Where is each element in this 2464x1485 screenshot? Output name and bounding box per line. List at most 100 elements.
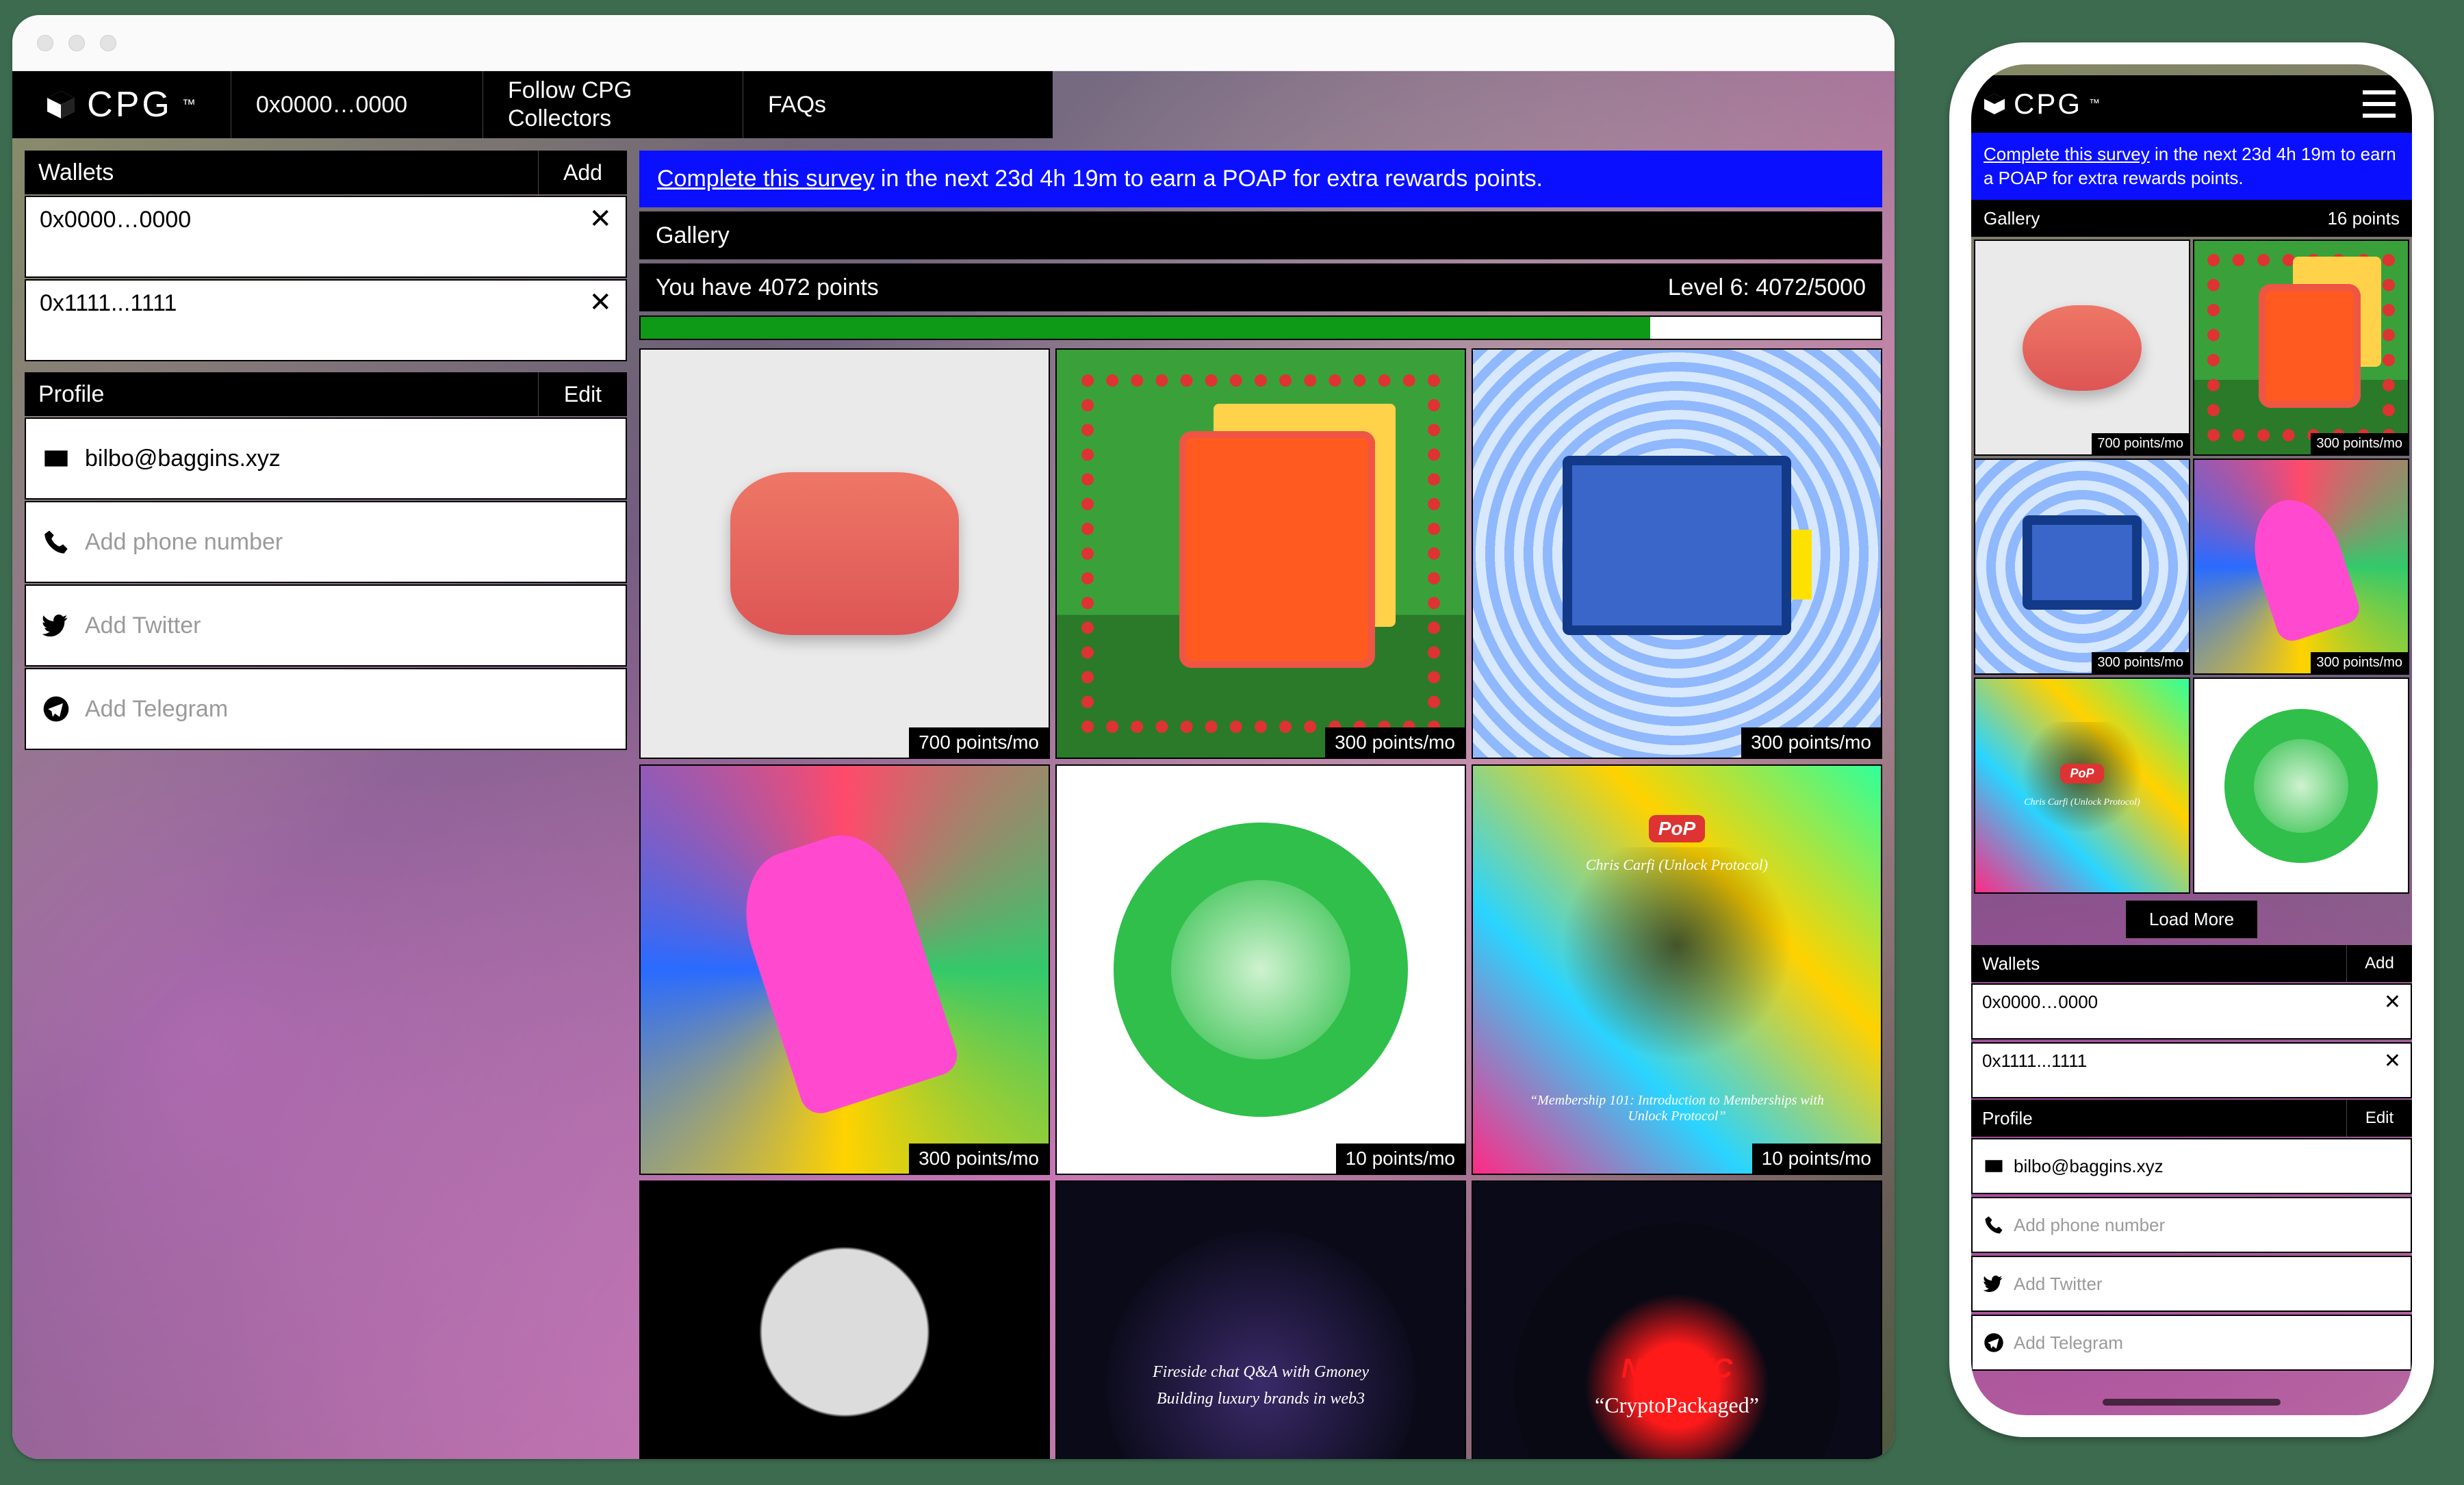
gallery-level: Level 6: 4072/5000	[1652, 263, 1882, 311]
level-progress-fill	[641, 317, 1650, 339]
points-badge: 300 points/mo	[909, 1144, 1049, 1174]
mobile-profile-edit-button[interactable]: Edit	[2346, 1100, 2412, 1137]
mobile-profile-phone-row[interactable]: Add phone number	[1971, 1197, 2412, 1253]
mobile-gallery-title: Gallery	[1984, 208, 2040, 229]
points-badge: 300 points/mo	[2311, 652, 2408, 673]
mobile-brand-logo[interactable]: CPG™	[1982, 88, 2102, 120]
gallery-card[interactable]	[639, 1180, 1050, 1459]
survey-banner: Complete this survey in the next 23d 4h …	[639, 151, 1882, 207]
home-indicator	[2103, 1399, 2281, 1406]
profile-edit-button[interactable]: Edit	[538, 372, 627, 416]
side-panel: Wallets Add 0x0000…0000 ✕ 0x1111...1111 …	[25, 151, 627, 1459]
card-art	[641, 350, 1049, 758]
mobile-wallets-header: Wallets Add	[1971, 945, 2412, 982]
mobile-gallery-card[interactable]: PoPChris Carfi (Unlock Protocol)	[1974, 677, 2190, 894]
gallery-card[interactable]: NFTNYC“CryptoPackaged”	[1472, 1180, 1882, 1459]
profile-title: Profile	[25, 372, 538, 416]
points-badge: 10 points/mo	[1336, 1144, 1465, 1174]
mobile-gallery-card[interactable]: 300 points/mo	[2193, 240, 2409, 456]
gallery-card[interactable]: 300 points/mo	[639, 764, 1050, 1175]
gallery-points: You have 4072 points	[639, 263, 1652, 311]
card-overlay: Fireside chat Q&A with GmoneyBuilding lu…	[1057, 1182, 1465, 1459]
survey-link[interactable]: Complete this survey	[657, 166, 874, 192]
nav-faqs-link[interactable]: FAQs	[743, 71, 984, 138]
wallet-address-text: 0x1111...1111	[40, 290, 177, 317]
mobile-profile-email-row[interactable]: bilbo@baggins.xyz	[1971, 1138, 2412, 1194]
cube-icon	[44, 88, 77, 121]
nav-follow-link[interactable]: Follow CPG Collectors	[483, 71, 743, 138]
profile-phone-placeholder: Add phone number	[85, 529, 283, 556]
hamburger-menu-button[interactable]	[2363, 90, 2396, 118]
main-panel: Complete this survey in the next 23d 4h …	[639, 151, 1882, 1459]
gallery-card[interactable]: 700 points/mo	[639, 348, 1050, 759]
mobile-wallet-entry[interactable]: 0x1111...1111 ✕	[1971, 1042, 2412, 1098]
gallery-card[interactable]: 10 points/mo	[1055, 764, 1466, 1175]
gallery-card[interactable]: Fireside chat Q&A with GmoneyBuilding lu…	[1055, 1180, 1466, 1459]
gallery-card[interactable]: 300 points/mo	[1055, 348, 1466, 759]
mobile-brand-tm: ™	[2089, 98, 2102, 110]
card-art	[2194, 679, 2408, 892]
profile-telegram-row[interactable]: Add Telegram	[25, 668, 627, 750]
mobile-gallery-card[interactable]: 300 points/mo	[2193, 459, 2409, 675]
points-badge: 700 points/mo	[2092, 433, 2189, 454]
mobile-gallery-card[interactable]	[2193, 677, 2409, 894]
mobile-profile-header: Profile Edit	[1971, 1100, 2412, 1137]
points-badge: 300 points/mo	[2311, 433, 2408, 454]
mobile-gallery-card[interactable]: 300 points/mo	[1974, 459, 2190, 675]
wallets-title: Wallets	[25, 151, 538, 194]
profile-telegram-placeholder: Add Telegram	[85, 696, 228, 723]
brand-name: CPG	[87, 84, 172, 125]
mobile-profile-email: bilbo@baggins.xyz	[2014, 1156, 2164, 1177]
mobile-profile-phone-placeholder: Add phone number	[2014, 1215, 2165, 1236]
email-icon	[1984, 1156, 2004, 1176]
traffic-light-close[interactable]	[37, 35, 53, 51]
points-badge: 700 points/mo	[909, 727, 1049, 758]
profile-twitter-row[interactable]: Add Twitter	[25, 584, 627, 667]
telegram-icon	[1984, 1332, 2004, 1353]
telegram-icon	[42, 695, 70, 723]
brand-logo[interactable]: CPG™	[12, 71, 231, 138]
wallets-add-button[interactable]: Add	[538, 151, 627, 194]
card-art	[1057, 350, 1465, 758]
wallet-entry[interactable]: 0x0000…0000 ✕	[25, 196, 627, 278]
mobile-wallets-title: Wallets	[1971, 945, 2346, 982]
cube-icon	[1982, 92, 2007, 116]
phone-icon	[1984, 1215, 2004, 1235]
wallet-entry[interactable]: 0x1111...1111 ✕	[25, 279, 627, 361]
mobile-wallets-add-button[interactable]: Add	[2346, 945, 2412, 982]
twitter-icon	[1984, 1274, 2004, 1294]
top-nav: CPG™ 0x0000…0000 Follow CPG Collectors F…	[12, 71, 1053, 138]
card-art	[1975, 241, 2189, 454]
dynamic-island	[2120, 78, 2263, 112]
remove-wallet-button[interactable]: ✕	[589, 205, 612, 233]
mobile-remove-wallet-button[interactable]: ✕	[2384, 990, 2401, 1014]
mobile-survey-link[interactable]: Complete this survey	[1984, 144, 2150, 164]
mobile-remove-wallet-button[interactable]: ✕	[2384, 1049, 2401, 1073]
profile-phone-row[interactable]: Add phone number	[25, 501, 627, 583]
mobile-wallet-entry[interactable]: 0x0000…0000 ✕	[1971, 983, 2412, 1040]
card-art	[1975, 460, 2189, 673]
gallery-card[interactable]: 300 points/mo	[1472, 348, 1882, 759]
gallery-card[interactable]: PoPChris Carfi (Unlock Protocol)“Members…	[1472, 764, 1882, 1175]
phone-frame: CPG™ Complete this survey in the next 23…	[1949, 42, 2434, 1437]
mobile-profile-telegram-row[interactable]: Add Telegram	[1971, 1315, 2412, 1371]
traffic-light-max[interactable]	[100, 35, 116, 51]
mobile-profile-title: Profile	[1971, 1100, 2346, 1137]
email-icon	[42, 445, 70, 472]
card-overlay: NFTNYC“CryptoPackaged”	[1473, 1182, 1881, 1459]
nav-wallet-address[interactable]: 0x0000…0000	[231, 71, 483, 138]
traffic-light-min[interactable]	[68, 35, 85, 51]
points-badge: 300 points/mo	[1325, 727, 1465, 758]
points-badge: 10 points/mo	[1752, 1144, 1881, 1174]
mobile-survey-banner: Complete this survey in the next 23d 4h …	[1971, 133, 2412, 200]
remove-wallet-button[interactable]: ✕	[589, 289, 612, 316]
profile-header: Profile Edit	[25, 372, 627, 416]
wallets-header: Wallets Add	[25, 151, 627, 194]
mobile-gallery-card[interactable]: 700 points/mo	[1974, 240, 2190, 456]
profile-email-row[interactable]: bilbo@baggins.xyz	[25, 417, 627, 500]
mobile-profile-twitter-row[interactable]: Add Twitter	[1971, 1256, 2412, 1312]
card-art	[2194, 460, 2408, 673]
mobile-points-badge: 16 points	[2327, 208, 2400, 229]
app-background: CPG™ 0x0000…0000 Follow CPG Collectors F…	[12, 71, 1895, 1459]
load-more-button[interactable]: Load More	[2126, 901, 2257, 938]
